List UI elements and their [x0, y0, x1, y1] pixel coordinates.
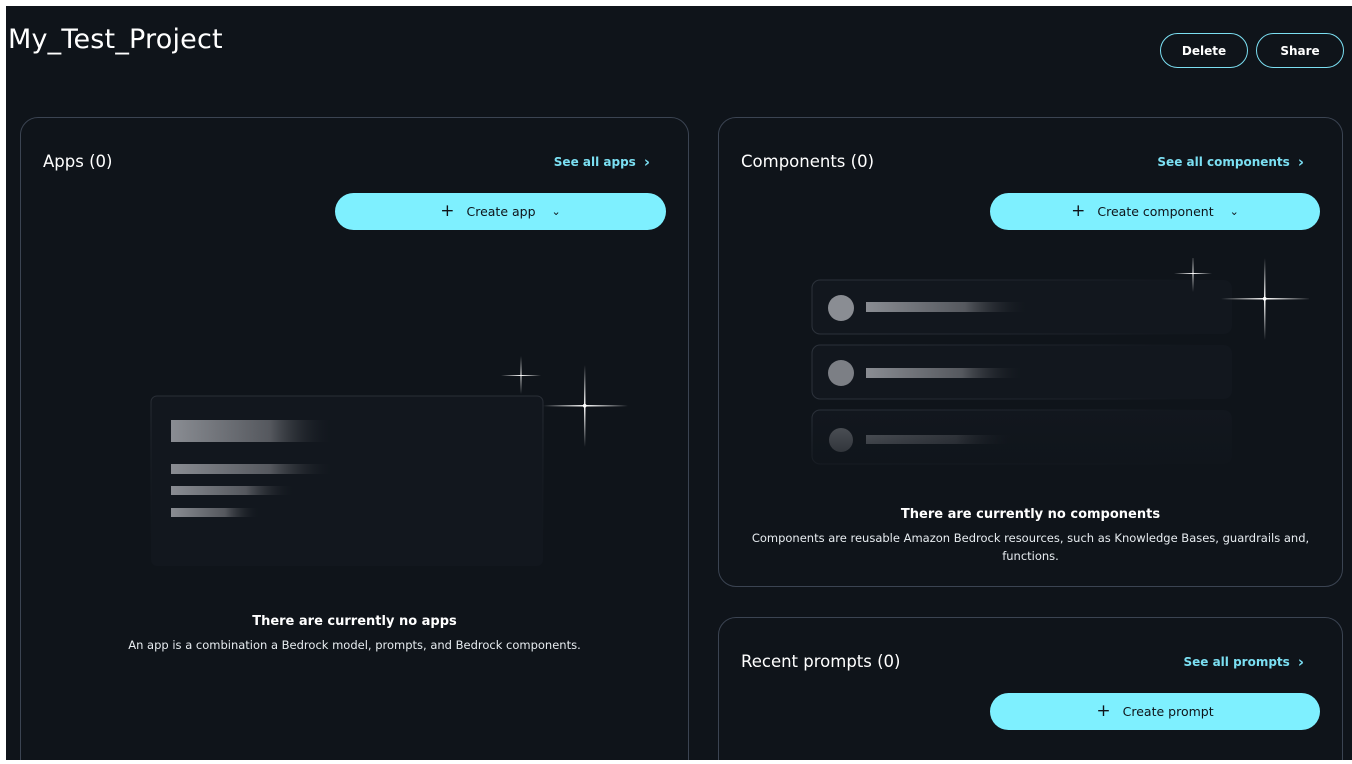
chevron-right-icon: ›: [1297, 153, 1304, 171]
create-app-button[interactable]: + Create app ⌄: [335, 193, 666, 230]
illustration-bar: [171, 508, 261, 517]
plus-icon: +: [1096, 701, 1111, 721]
chevron-right-icon: ›: [643, 153, 650, 171]
page-title: My_Test_Project: [8, 24, 223, 55]
recent-prompts-panel-title: Recent prompts (0): [741, 652, 901, 671]
chevron-down-icon: ⌄: [1229, 205, 1239, 218]
see-all-apps-label: See all apps: [553, 155, 636, 169]
sparkle-icon: [501, 356, 541, 394]
recent-prompts-panel: Recent prompts (0) See all prompts › + C…: [718, 617, 1343, 760]
share-button[interactable]: Share: [1256, 33, 1344, 68]
create-app-label: Create app: [466, 204, 536, 219]
create-component-label: Create component: [1097, 204, 1214, 219]
components-panel-title: Components (0): [741, 152, 875, 171]
illustration-bar: [171, 486, 296, 495]
see-all-apps-link[interactable]: See all apps ›: [554, 153, 650, 171]
components-empty-description: Components are reusable Amazon Bedrock r…: [751, 531, 1310, 563]
illustration-bar: [171, 464, 336, 474]
sparkle-icon: [1221, 258, 1309, 340]
see-all-components-link[interactable]: See all components ›: [1157, 153, 1304, 171]
create-prompt-label: Create prompt: [1122, 704, 1214, 719]
illustration-bar: [866, 368, 1026, 378]
chevron-down-icon: ⌄: [551, 205, 561, 218]
see-all-prompts-link[interactable]: See all prompts ›: [1183, 653, 1304, 671]
create-component-button[interactable]: + Create component ⌄: [990, 193, 1320, 230]
create-prompt-button[interactable]: + Create prompt: [990, 693, 1320, 730]
apps-empty-illustration: [150, 356, 628, 567]
illustration-bar: [866, 302, 1031, 312]
illustration-avatar: [828, 295, 854, 321]
illustration-bar: [171, 420, 336, 442]
components-empty-illustration: [809, 258, 1309, 478]
plus-icon: +: [440, 201, 455, 221]
project-page: My_Test_Project Delete Share Apps (0) Se…: [6, 6, 1352, 760]
apps-empty-title: There are currently no apps: [252, 614, 457, 629]
chevron-right-icon: ›: [1297, 653, 1304, 671]
delete-button[interactable]: Delete: [1160, 33, 1248, 68]
illustration-avatar: [828, 360, 854, 386]
see-all-components-label: See all components: [1157, 155, 1290, 169]
plus-icon: +: [1071, 201, 1086, 221]
apps-panel-title: Apps (0): [43, 152, 113, 171]
sparkle-icon: [543, 365, 628, 447]
apps-empty-description: An app is a combination a Bedrock model,…: [128, 638, 581, 652]
components-empty-title: There are currently no components: [900, 507, 1161, 522]
apps-panel: Apps (0) See all apps › + Create app ⌄ T…: [20, 117, 689, 760]
see-all-prompts-label: See all prompts: [1183, 655, 1290, 669]
components-panel: Components (0) See all components › + Cr…: [718, 117, 1343, 587]
